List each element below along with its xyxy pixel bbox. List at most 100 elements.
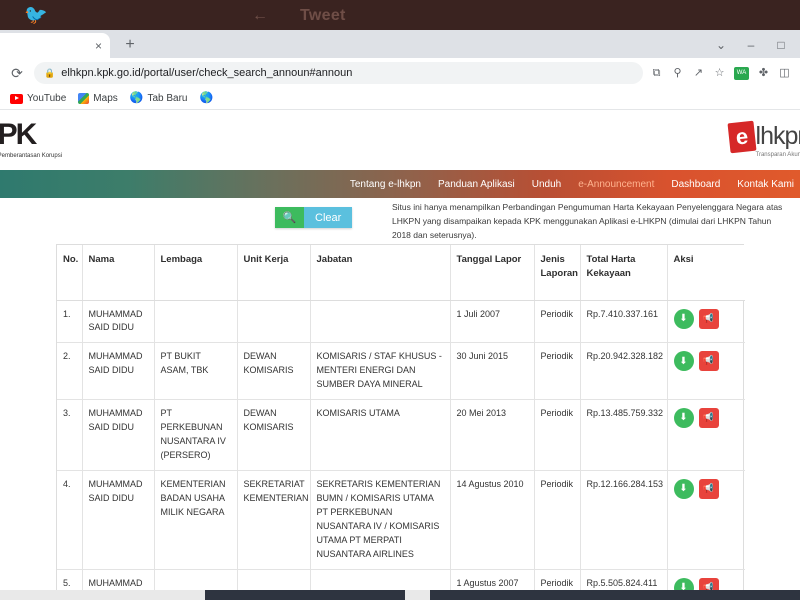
table-row: 4. MUHAMMAD SAID DIDU KEMENTERIAN BADAN … xyxy=(57,470,745,570)
download-icon[interactable]: ⬇ xyxy=(673,351,694,372)
zoom-out-icon[interactable]: ⚲ xyxy=(668,64,687,83)
whatsapp-extension-icon[interactable]: WA xyxy=(734,66,749,80)
action-group: ⬇ 📢 xyxy=(673,478,740,499)
col-nama: Nama xyxy=(82,245,155,301)
cell-jenis: Periodik xyxy=(534,470,581,570)
cell-aksi: ⬇ 📢 xyxy=(667,342,745,401)
elhkpn-tagline: Transparan Akuntabel xyxy=(755,152,800,158)
main-content: 🔍 Clear Situs ini hanya menampilkan Perb… xyxy=(0,198,800,590)
search-button-group: 🔍 Clear xyxy=(275,207,353,228)
nav-item-panduan[interactable]: Panduan Aplikasi xyxy=(438,179,515,190)
cell-no: 1. xyxy=(57,300,83,344)
nav-item-kontak[interactable]: Kontak Kami xyxy=(737,179,794,190)
megaphone-icon[interactable]: 📢 xyxy=(698,351,719,372)
cell-nama: MUHAMMAD SAID DIDU xyxy=(82,470,155,570)
site-header: KPK Komisi Pemberantasan Korupsi e lhkpn… xyxy=(0,110,800,170)
cell-nama: MUHAMMAD SAID DIDU xyxy=(82,399,155,471)
col-total-harta: Total Harta Kekayaan xyxy=(580,245,668,301)
cell-aksi: ⬇ 📢 xyxy=(667,300,745,344)
page-content: KPK Komisi Pemberantasan Korupsi e lhkpn… xyxy=(0,110,800,590)
close-icon[interactable]: × xyxy=(91,40,102,52)
taskbar-segment xyxy=(430,590,800,600)
screen-root: 🐦 ← Tweet on × + ⌄ – □ ⟳ 🔒 elhkpn.kpk.go… xyxy=(0,0,800,600)
tab-title: on xyxy=(0,40,91,52)
window-controls: ⌄ – □ xyxy=(706,33,796,57)
kpk-logo[interactable]: KPK Komisi Pemberantasan Korupsi xyxy=(0,120,62,160)
bookmarks-bar: YouTube Maps 🌎 Tab Baru 🌎 xyxy=(0,88,800,110)
address-bar[interactable]: 🔒 elhkpn.kpk.go.id/portal/user/check_sea… xyxy=(34,62,643,84)
table-row: 5. MUHAMMAD SAID DIDU 1 Agustus 2007 Per… xyxy=(57,569,745,590)
cell-jenis: Periodik xyxy=(534,342,581,401)
kpk-logo-mark: KPK xyxy=(0,120,62,150)
megaphone-icon[interactable]: 📢 xyxy=(698,308,719,329)
cell-total: Rp.20.942.328.182 xyxy=(580,342,668,401)
globe-icon: 🌎 xyxy=(199,92,214,104)
browser-tab[interactable]: on × xyxy=(0,33,110,58)
download-icon[interactable]: ⬇ xyxy=(673,478,694,499)
download-icon[interactable]: ⬇ xyxy=(673,308,694,329)
maximize-button[interactable]: □ xyxy=(766,33,796,57)
col-aksi: Aksi xyxy=(667,245,745,301)
megaphone-icon[interactable]: 📢 xyxy=(698,577,719,590)
cell-no: 2. xyxy=(57,342,83,401)
bookmark-label: YouTube xyxy=(27,93,67,104)
action-group: ⬇ 📢 xyxy=(673,407,740,429)
table-row: 2. MUHAMMAD SAID DIDU PT BUKIT ASAM, TBK… xyxy=(57,342,745,401)
col-jabatan: Jabatan xyxy=(310,245,451,301)
globe-icon: 🌎 xyxy=(129,92,144,104)
omnibox-row: ⟳ 🔒 elhkpn.kpk.go.id/portal/user/check_s… xyxy=(0,58,800,88)
cell-total: Rp.5.505.824.411 xyxy=(580,569,668,590)
cell-aksi: ⬇ 📢 xyxy=(667,399,745,471)
cell-nama: MUHAMMAD SAID DIDU xyxy=(82,342,155,401)
elhkpn-wordmark-wrap: lhkpn Transparan Akuntabel xyxy=(755,124,800,159)
cell-unit-kerja: DEWAN KOMISARIS xyxy=(237,342,311,401)
nav-item-announcement[interactable]: e-Announcement xyxy=(578,179,654,190)
background-twitter-overlay: 🐦 ← Tweet xyxy=(0,0,800,34)
nav-item-unduh[interactable]: Unduh xyxy=(532,179,561,190)
download-icon[interactable]: ⬇ xyxy=(673,408,694,429)
search-icon[interactable]: 🔍 xyxy=(275,207,304,228)
download-icon[interactable]: ⬇ xyxy=(673,577,694,590)
nav-item-tentang[interactable]: Tentang e-lhkpn xyxy=(350,179,421,190)
toolbar-row: 🔍 Clear Situs ini hanya menampilkan Perb… xyxy=(0,198,800,244)
side-panel-icon[interactable]: ◫ xyxy=(775,64,794,83)
megaphone-icon[interactable]: 📢 xyxy=(698,408,719,429)
table-header-row: No. Nama Lembaga Unit Kerja Jabatan Tang… xyxy=(57,245,745,301)
cell-lembaga xyxy=(154,300,238,344)
cell-lembaga: PT PERKEBUNAN NUSANTARA IV (PERSERO) xyxy=(154,399,238,471)
kpk-mark-right: PK xyxy=(0,118,37,151)
twitter-bird-icon: 🐦 xyxy=(24,5,48,26)
elhkpn-badge: e xyxy=(727,120,757,154)
bookmark-maps[interactable]: Maps xyxy=(78,93,118,104)
bookmark-tab-baru[interactable]: 🌎 Tab Baru xyxy=(129,92,188,105)
copy-icon[interactable]: ⧉ xyxy=(647,64,666,83)
backdrop-title: Tweet xyxy=(300,7,346,24)
omnibox-actions: ⧉ ⚲ ↗ ☆ WA ✤ ◫ xyxy=(647,64,794,83)
maps-icon xyxy=(78,93,90,104)
extensions-puzzle-icon[interactable]: ✤ xyxy=(754,64,773,83)
new-tab-button[interactable]: + xyxy=(120,35,140,55)
bookmark-extra[interactable]: 🌎 xyxy=(199,93,213,104)
cell-tanggal: 20 Mei 2013 xyxy=(450,399,535,471)
reload-icon[interactable]: ⟳ xyxy=(6,62,28,84)
share-icon[interactable]: ↗ xyxy=(689,64,708,83)
clear-button[interactable]: Clear xyxy=(304,207,353,228)
youtube-icon xyxy=(10,93,23,104)
elhkpn-logo[interactable]: e lhkpn Transparan Akuntabel xyxy=(727,120,800,159)
cell-total: Rp.12.166.284.153 xyxy=(580,470,668,570)
results-table: No. Nama Lembaga Unit Kerja Jabatan Tang… xyxy=(57,245,745,590)
cell-jenis: Periodik xyxy=(534,569,581,590)
nav-item-dashboard[interactable]: Dashboard xyxy=(671,179,720,190)
results-table-wrap: No. Nama Lembaga Unit Kerja Jabatan Tang… xyxy=(56,244,745,590)
taskbar-segment xyxy=(205,590,405,600)
tab-search-button[interactable]: ⌄ xyxy=(706,33,736,57)
megaphone-icon[interactable]: 📢 xyxy=(698,478,719,499)
table-head: No. Nama Lembaga Unit Kerja Jabatan Tang… xyxy=(57,245,745,301)
table-row: 1. MUHAMMAD SAID DIDU 1 Juli 2007 Period… xyxy=(57,300,745,344)
col-tanggal-lapor: Tanggal Lapor xyxy=(450,245,535,301)
minimize-button[interactable]: – xyxy=(736,33,766,57)
bookmark-youtube[interactable]: YouTube xyxy=(10,93,66,104)
cell-lembaga: KEMENTERIAN BADAN USAHA MILIK NEGARA xyxy=(154,470,238,570)
table-row: 3. MUHAMMAD SAID DIDU PT PERKEBUNAN NUSA… xyxy=(57,399,745,471)
bookmark-star-icon[interactable]: ☆ xyxy=(710,64,729,83)
